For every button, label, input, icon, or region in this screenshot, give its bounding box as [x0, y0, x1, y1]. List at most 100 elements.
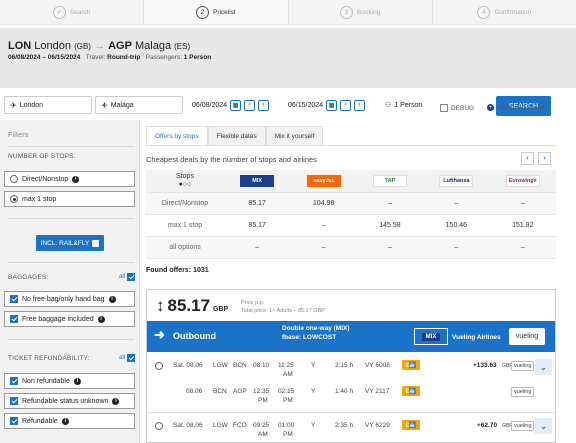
checkbox[interactable] [127, 273, 136, 281]
chevron-down-icon[interactable]: ⌄ [535, 418, 552, 434]
prev-date-button[interactable]: ‹ [244, 99, 256, 111]
matrix-row: Direct/Nonstop 85.17 104.98 – – – [146, 192, 556, 215]
step-booking: 3 Booking [289, 0, 433, 24]
info-icon[interactable]: i [112, 397, 120, 405]
outbound-bar: ➜ Outbound Double one-way (MIX) fbase: LO… [147, 321, 555, 352]
price-cell: – [290, 214, 357, 237]
checkbox[interactable] [10, 315, 18, 323]
debug-checkbox[interactable]: DEBUG [440, 104, 474, 112]
checkbox[interactable] [127, 354, 136, 362]
step-label: Confirmation [494, 8, 532, 16]
row-label: Direct/Nonstop [146, 192, 224, 215]
airline-logo-small: vueling [511, 361, 535, 371]
price-cell[interactable]: 150.46 [423, 214, 490, 237]
airline-logo-mix[interactable]: MIX [224, 170, 291, 193]
step-label: Search [69, 8, 91, 16]
airline-logo-button[interactable]: vueling [509, 328, 545, 345]
checkbox[interactable] [10, 377, 18, 385]
outbound-label: Outbound [173, 331, 216, 341]
offer-price: ↕ 85.17 GBP [156, 296, 229, 315]
advanced-search-link[interactable]: + advanced search [487, 104, 547, 111]
info-icon[interactable]: i [97, 315, 105, 323]
price-cell[interactable]: 145.58 [356, 214, 424, 237]
info-icon[interactable]: i [72, 175, 80, 183]
checkbox[interactable] [10, 397, 18, 405]
refund-option-non[interactable]: Non refundable i [4, 373, 135, 389]
tab-offers-by-stops[interactable]: Offers by stops [146, 126, 208, 146]
euro-baggage-icon: €🛅 [402, 420, 420, 430]
baggage-option-included[interactable]: Free baggage included i [4, 311, 135, 327]
progress-steps: ✓ Search 2 Pricelist 3 Booking 4 Confirmatio… [0, 0, 576, 25]
filters-title: Filters [8, 132, 29, 139]
calendar-icon[interactable]: ▦ [230, 99, 242, 111]
route-details: 06/08/2024 – 06/15/2024 Travel: Round-tr… [8, 54, 212, 61]
origin-field[interactable]: ✈ London [4, 96, 92, 114]
step-search[interactable]: ✓ Search [0, 0, 145, 24]
next-airlines-button[interactable]: › [538, 152, 551, 165]
price-cell: – [489, 236, 556, 259]
tab-flexible-dates[interactable]: Flexible dates [207, 126, 266, 146]
plus-circle-icon: + [487, 104, 494, 111]
price-cell[interactable]: 104.98 [290, 192, 357, 215]
refund-option-unknown[interactable]: Refundable status unknown i [4, 393, 135, 409]
price-details: Price p.p. Total price: 1× Adults – 85.17… [241, 300, 325, 314]
next-date-button[interactable]: › [258, 99, 270, 111]
info-icon[interactable]: i [108, 295, 116, 303]
divider [8, 146, 134, 147]
price-cell: – [356, 236, 424, 259]
radio-button[interactable] [10, 195, 18, 203]
radio-button[interactable] [155, 362, 163, 370]
price-cell[interactable]: 85.17 [224, 214, 291, 237]
step-pricelist[interactable]: 2 Pricelist [144, 0, 289, 24]
price-cell[interactable]: 151.92 [489, 214, 556, 237]
checkbox[interactable] [10, 295, 18, 303]
step-label: Pricelist [212, 8, 236, 16]
next-date-button[interactable]: › [354, 99, 366, 111]
offer-card: ↕ 85.17 GBP Price p.p. Total price: 1× Adul… [146, 289, 556, 443]
train-icon [92, 239, 100, 247]
prev-airlines-button[interactable]: ‹ [521, 152, 534, 165]
checkbox[interactable] [10, 417, 18, 425]
price-cell: – [423, 192, 490, 215]
stops-airline-matrix: Stops ●○○ MIX easyJet TAP Lufthansa Eurow… [146, 170, 556, 259]
flight-row[interactable]: Sat. 08.06 LGW FCO 09:25 AM 01:00 PM Y 2… [147, 418, 555, 443]
calendar-icon[interactable]: ▦ [326, 99, 338, 111]
tab-mix-it-yourself[interactable]: Mix it yourself [265, 126, 324, 146]
refund-all-toggle[interactable]: all [119, 354, 136, 362]
route-header: LON London (GB) → AGP Malaga (ES) 06/08/… [0, 28, 576, 88]
price-cell[interactable]: 85.17 [224, 192, 291, 215]
chevron-down-icon[interactable]: ⌄ [535, 359, 552, 375]
passengers-selector[interactable]: ⚇ 1 Person [380, 96, 444, 114]
arrow-right-icon: ➜ [154, 327, 165, 342]
refund-option-refundable[interactable]: Refundable i [4, 413, 135, 429]
airline-logo-easyjet[interactable]: easyJet [290, 170, 357, 193]
rail-fly-button[interactable]: INCL. RAIL&FLY [36, 235, 104, 251]
sort-arrows-icon: ↕ [156, 296, 165, 315]
divider [8, 339, 134, 340]
info-icon[interactable]: i [61, 417, 69, 425]
return-date[interactable]: 06/15/2024 ▦ ‹ › [286, 96, 378, 114]
airline-logo-lufthansa[interactable]: Lufthansa [423, 170, 490, 193]
checkbox[interactable] [440, 104, 448, 112]
stop-option-direct[interactable]: Direct/Nonstop i [4, 171, 135, 187]
outbound-date[interactable]: 06/08/2024 ▦ ‹ › [190, 96, 282, 114]
baggage-all-toggle[interactable]: all [119, 273, 136, 281]
route-title: LON London (GB) → AGP Malaga (ES) [8, 40, 191, 52]
info-icon[interactable]: i [73, 377, 81, 385]
stop-option-max1[interactable]: max 1 stop [4, 191, 135, 207]
stops-title: NUMBER OF STOPS: [8, 153, 76, 160]
airline-logo-eurowings[interactable]: Eurowings [489, 170, 556, 193]
filters-sidebar: Filters NUMBER OF STOPS: Direct/Nonstop i… [0, 120, 140, 443]
offer-tabs: Offers by stops Flexible dates Mix it yo… [146, 126, 324, 146]
radio-button[interactable] [10, 175, 18, 183]
prev-date-button[interactable]: ‹ [340, 99, 352, 111]
matrix-header-row: Stops ●○○ MIX easyJet TAP Lufthansa Eurow… [146, 170, 556, 193]
destination-field[interactable]: ✈ Malaga [95, 96, 183, 114]
step-number: 3 [339, 5, 353, 19]
airline-logo-tap[interactable]: TAP [356, 170, 424, 193]
step-number: 4 [477, 5, 491, 19]
radio-button[interactable] [155, 422, 163, 430]
flight-row[interactable]: Sat. 08.06 LGW BCN 08:10 11:25 AM Y 2:15… [147, 359, 555, 384]
airline-logo-small: vueling [511, 387, 535, 397]
baggage-option-none[interactable]: No free bag/only hand bag i [4, 291, 135, 307]
